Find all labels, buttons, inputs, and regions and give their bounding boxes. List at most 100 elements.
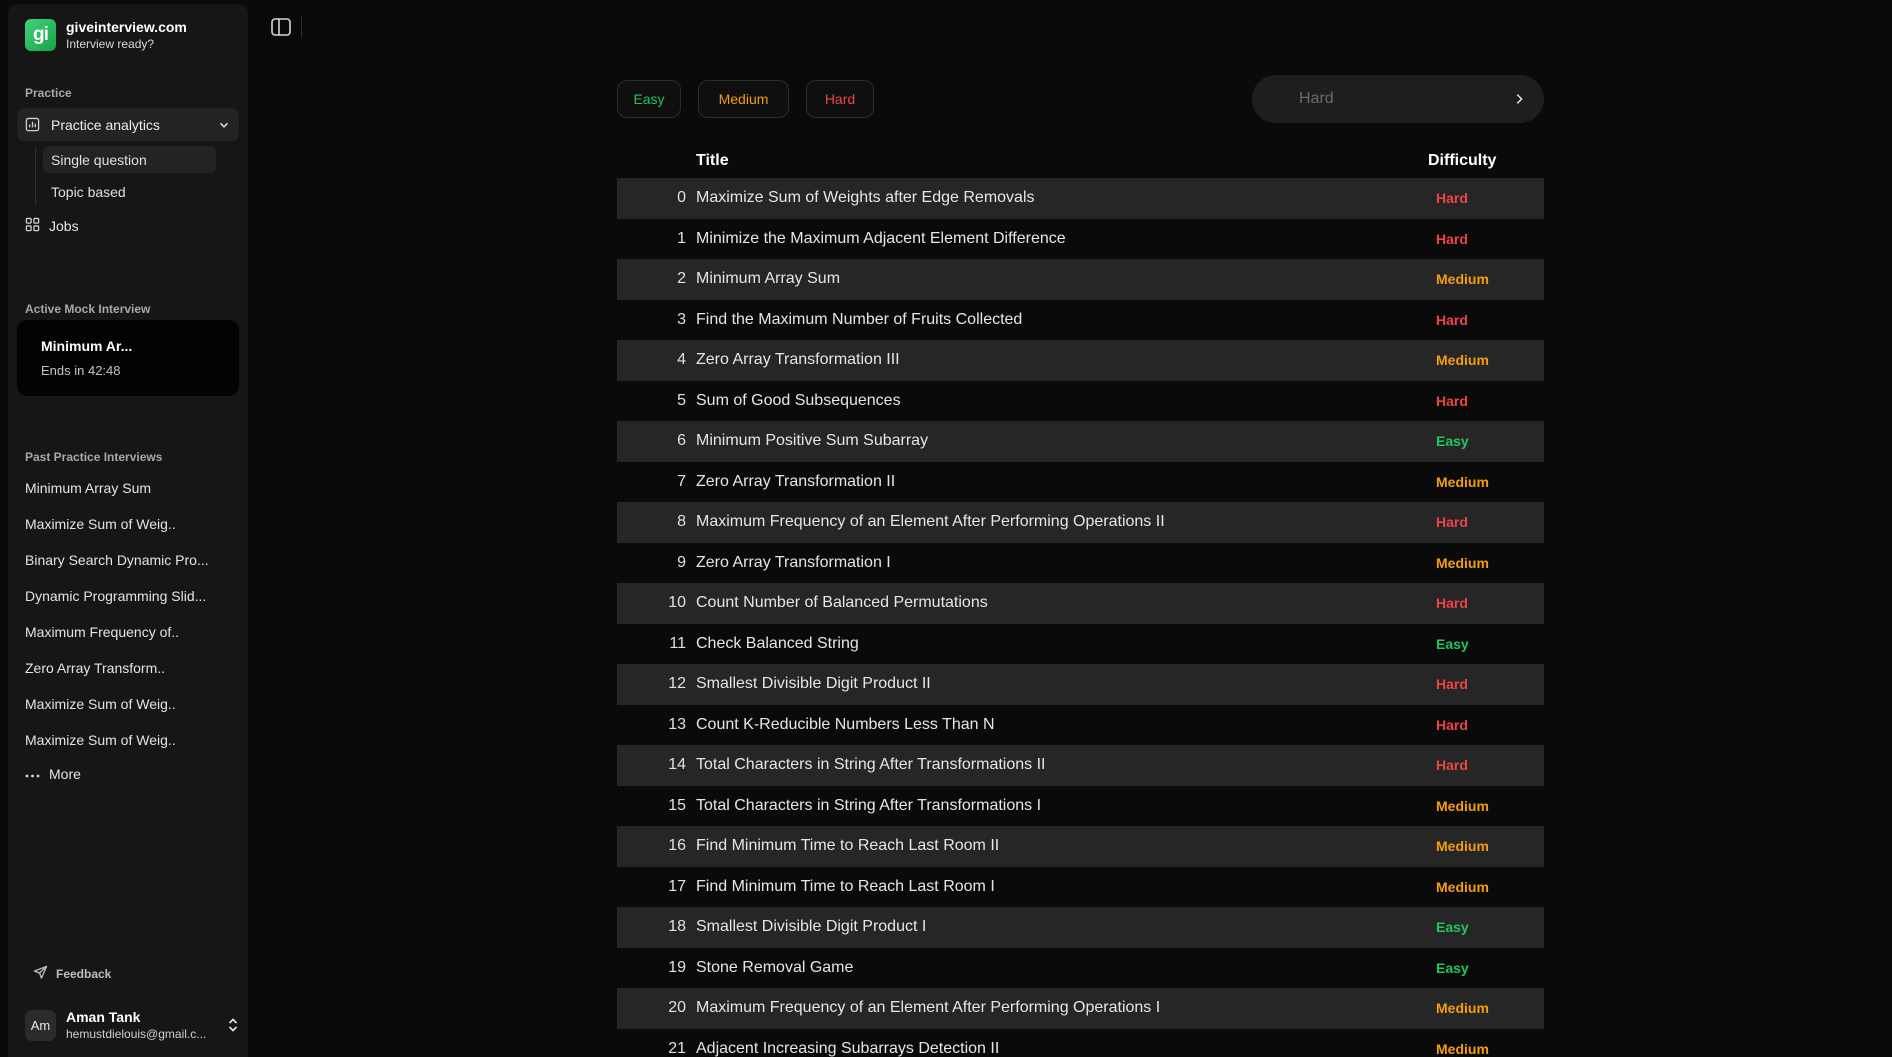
problem-title[interactable]: Smallest Divisible Digit Product I xyxy=(696,918,926,936)
feedback-button[interactable]: Feedback xyxy=(33,965,111,983)
sidebar-item-jobs[interactable]: Jobs xyxy=(25,217,79,235)
row-index: 19 xyxy=(668,958,686,976)
nav-sub-divider xyxy=(35,146,36,206)
table-row[interactable]: 15 Total Characters in String After Trans… xyxy=(617,786,1544,827)
problem-title[interactable]: Smallest Divisible Digit Product II xyxy=(696,675,931,693)
problem-title[interactable]: Minimum Array Sum xyxy=(696,270,840,288)
past-interview-item[interactable]: Maximize Sum of Weig.. xyxy=(25,516,176,532)
difficulty-badge: Hard xyxy=(1436,595,1468,612)
table-row[interactable]: 5 Sum of Good Subsequences Hard xyxy=(617,381,1544,422)
problem-title[interactable]: Minimize the Maximum Adjacent Element Di… xyxy=(696,230,1066,248)
sidebar-item-topic-based[interactable]: Topic based xyxy=(43,178,216,205)
problem-title[interactable]: Zero Array Transformation II xyxy=(696,473,895,491)
chevron-down-icon[interactable] xyxy=(217,118,231,132)
practice-section-label: Practice xyxy=(25,86,72,100)
filter-hard-button[interactable]: Hard xyxy=(806,80,874,118)
table-row[interactable]: 21 Adjacent Increasing Subarrays Detectio… xyxy=(617,1029,1544,1057)
row-index: 0 xyxy=(677,189,686,207)
problem-title[interactable]: Maximum Frequency of an Element After Pe… xyxy=(696,999,1160,1017)
practice-analytics-label: Practice analytics xyxy=(51,116,160,133)
avatar: Am xyxy=(25,1009,56,1041)
problem-title[interactable]: Maximize Sum of Weights after Edge Remov… xyxy=(696,189,1035,207)
search-input[interactable] xyxy=(1299,90,1499,108)
sidebar-item-single-question[interactable]: Single question xyxy=(43,146,216,173)
problem-title[interactable]: Find the Maximum Number of Fruits Collec… xyxy=(696,311,1022,329)
chevron-right-icon[interactable] xyxy=(1512,92,1526,106)
user-menu[interactable]: Am Aman Tank hemustdielouis@gmail.c... xyxy=(25,1009,240,1041)
problem-title[interactable]: Total Characters in String After Transfo… xyxy=(696,797,1041,815)
problem-title[interactable]: Find Minimum Time to Reach Last Room II xyxy=(696,837,999,855)
row-index: 18 xyxy=(668,918,686,936)
problem-title[interactable]: Total Characters in String After Transfo… xyxy=(696,756,1045,774)
row-index: 6 xyxy=(677,432,686,450)
row-index: 3 xyxy=(677,310,686,328)
table-row[interactable]: 3 Find the Maximum Number of Fruits Colle… xyxy=(617,300,1544,341)
past-interview-item[interactable]: Dynamic Programming Slid... xyxy=(25,588,206,604)
ellipsis-icon xyxy=(25,766,40,782)
sidebar-toggle-icon[interactable] xyxy=(270,16,292,43)
search-bar[interactable] xyxy=(1252,75,1544,123)
past-interview-item[interactable]: Maximize Sum of Weig.. xyxy=(25,732,176,748)
table-row[interactable]: 7 Zero Array Transformation II Medium xyxy=(617,462,1544,503)
active-mock-card[interactable]: Minimum Ar... Ends in 42:48 xyxy=(17,320,239,396)
problem-title[interactable]: Maximum Frequency of an Element After Pe… xyxy=(696,513,1165,531)
table-row[interactable]: 20 Maximum Frequency of an Element After … xyxy=(617,988,1544,1029)
past-interview-item[interactable]: Binary Search Dynamic Pro... xyxy=(25,552,209,568)
practice-analytics-nav[interactable]: Practice analytics xyxy=(17,108,239,141)
difficulty-badge: Hard xyxy=(1436,190,1468,207)
row-index: 21 xyxy=(668,1039,686,1057)
table-row[interactable]: 11 Check Balanced String Easy xyxy=(617,624,1544,665)
table-row[interactable]: 10 Count Number of Balanced Permutations H… xyxy=(617,583,1544,624)
difficulty-badge: Hard xyxy=(1436,392,1468,409)
filter-easy-button[interactable]: Easy xyxy=(617,80,681,118)
problem-title[interactable]: Find Minimum Time to Reach Last Room I xyxy=(696,878,995,896)
row-index: 14 xyxy=(668,756,686,774)
table-row[interactable]: 9 Zero Array Transformation I Medium xyxy=(617,543,1544,584)
problem-title[interactable]: Check Balanced String xyxy=(696,635,859,653)
table-row[interactable]: 4 Zero Array Transformation III Medium xyxy=(617,340,1544,381)
table-row[interactable]: 12 Smallest Divisible Digit Product II Har… xyxy=(617,664,1544,705)
column-header-title: Title xyxy=(696,152,729,169)
table-row[interactable]: 18 Smallest Divisible Digit Product I Easy xyxy=(617,907,1544,948)
brand-logo: gi xyxy=(25,19,56,51)
user-email: hemustdielouis@gmail.c... xyxy=(66,1027,207,1041)
table-row[interactable]: 13 Count K-Reducible Numbers Less Than N H… xyxy=(617,705,1544,746)
problem-title[interactable]: Stone Removal Game xyxy=(696,959,853,977)
table-row[interactable]: 8 Maximum Frequency of an Element After P… xyxy=(617,502,1544,543)
row-index: 9 xyxy=(677,553,686,571)
active-mock-label: Active Mock Interview xyxy=(25,302,151,316)
difficulty-badge: Hard xyxy=(1436,716,1468,733)
past-interview-item[interactable]: Maximize Sum of Weig.. xyxy=(25,696,176,712)
difficulty-badge: Medium xyxy=(1436,797,1489,814)
feedback-label: Feedback xyxy=(56,967,112,981)
problem-title[interactable]: Count Number of Balanced Permutations xyxy=(696,594,988,612)
past-interview-item[interactable]: Zero Array Transform.. xyxy=(25,660,165,676)
table-row[interactable]: 2 Minimum Array Sum Medium xyxy=(617,259,1544,300)
table-row[interactable]: 17 Find Minimum Time to Reach Last Room I… xyxy=(617,867,1544,908)
row-index: 1 xyxy=(677,229,686,247)
problem-title[interactable]: Adjacent Increasing Subarrays Detection … xyxy=(696,1040,999,1057)
chevrons-up-down-icon[interactable] xyxy=(226,1017,240,1033)
more-button[interactable]: More xyxy=(25,766,81,782)
problem-title[interactable]: Count K-Reducible Numbers Less Than N xyxy=(696,716,995,734)
table-row[interactable]: 1 Minimize the Maximum Adjacent Element D… xyxy=(617,219,1544,260)
row-index: 5 xyxy=(677,391,686,409)
table-row[interactable]: 16 Find Minimum Time to Reach Last Room I… xyxy=(617,826,1544,867)
filter-medium-button[interactable]: Medium xyxy=(698,80,789,118)
brand-tagline: Interview ready? xyxy=(66,37,155,51)
difficulty-badge: Hard xyxy=(1436,311,1468,328)
problem-title[interactable]: Zero Array Transformation III xyxy=(696,351,900,369)
problem-title[interactable]: Zero Array Transformation I xyxy=(696,554,891,572)
problem-title[interactable]: Sum of Good Subsequences xyxy=(696,392,901,410)
row-index: 20 xyxy=(668,999,686,1017)
table-header: Title Difficulty xyxy=(617,144,1544,178)
row-index: 15 xyxy=(668,796,686,814)
table-row[interactable]: 0 Maximize Sum of Weights after Edge Remo… xyxy=(617,178,1544,219)
brand[interactable]: gi giveinterview.com Interview ready? xyxy=(25,19,187,51)
past-interview-item[interactable]: Minimum Array Sum xyxy=(25,480,151,496)
table-row[interactable]: 19 Stone Removal Game Easy xyxy=(617,948,1544,989)
table-row[interactable]: 14 Total Characters in String After Trans… xyxy=(617,745,1544,786)
past-interview-item[interactable]: Maximum Frequency of.. xyxy=(25,624,179,640)
table-row[interactable]: 6 Minimum Positive Sum Subarray Easy xyxy=(617,421,1544,462)
problem-title[interactable]: Minimum Positive Sum Subarray xyxy=(696,432,928,450)
